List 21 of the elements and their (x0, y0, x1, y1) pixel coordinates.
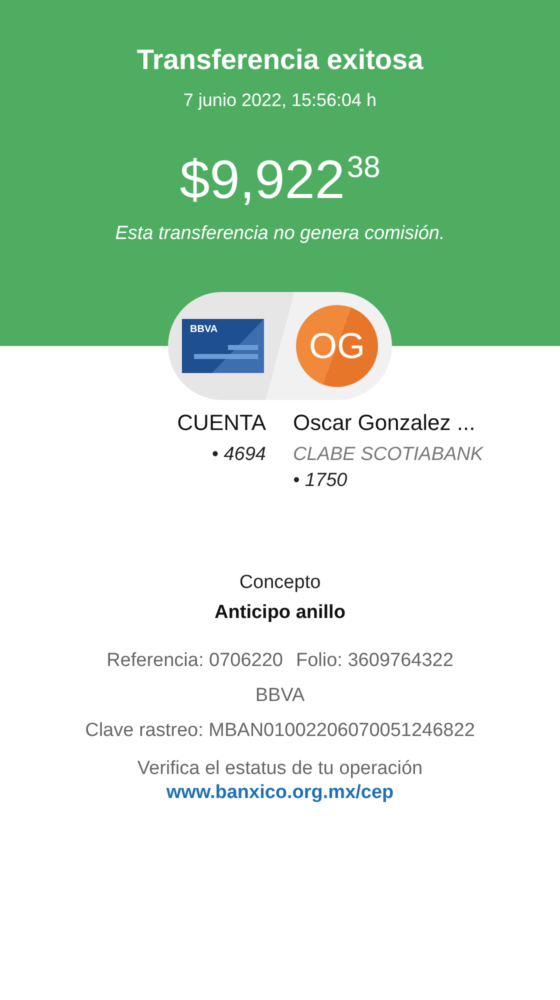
concept-label: Concepto (239, 572, 321, 594)
amount-value: $9,922 (180, 151, 345, 209)
recipient-bank: CLABE SCOTIABANK (293, 443, 484, 467)
account-number: • 4694 (212, 443, 266, 467)
transfer-date: 7 junio 2022, 15:56:04 h (183, 90, 377, 111)
bank-card-icon (182, 319, 264, 373)
commission-note: Esta transferencia no genera comisión. (115, 223, 445, 245)
amount-cents: 38 (346, 151, 380, 185)
detail-text: Folio: 3609764322 (296, 650, 454, 672)
verify-text: Verifica el estatus de tu operación (137, 758, 423, 780)
detail-text: Referencia: 0706220 (106, 650, 283, 672)
verify-link[interactable]: www.banxico.org.mx/cep (166, 782, 394, 804)
detail-text: Clave rastreo: MBAN01002206070051246822 (85, 720, 475, 742)
avatar-initials: OG (296, 305, 378, 387)
account-name: CUENTA (177, 409, 266, 437)
screen-title: Transferencia exitosa (136, 44, 424, 76)
account-number: • 1750 (293, 469, 348, 493)
detail-text: BBVA (255, 685, 305, 707)
bank-logo: BBVA (190, 324, 218, 335)
recipient-name: Oscar Gonzalez ... (293, 409, 476, 437)
concept-value: Anticipo anillo (214, 602, 346, 624)
